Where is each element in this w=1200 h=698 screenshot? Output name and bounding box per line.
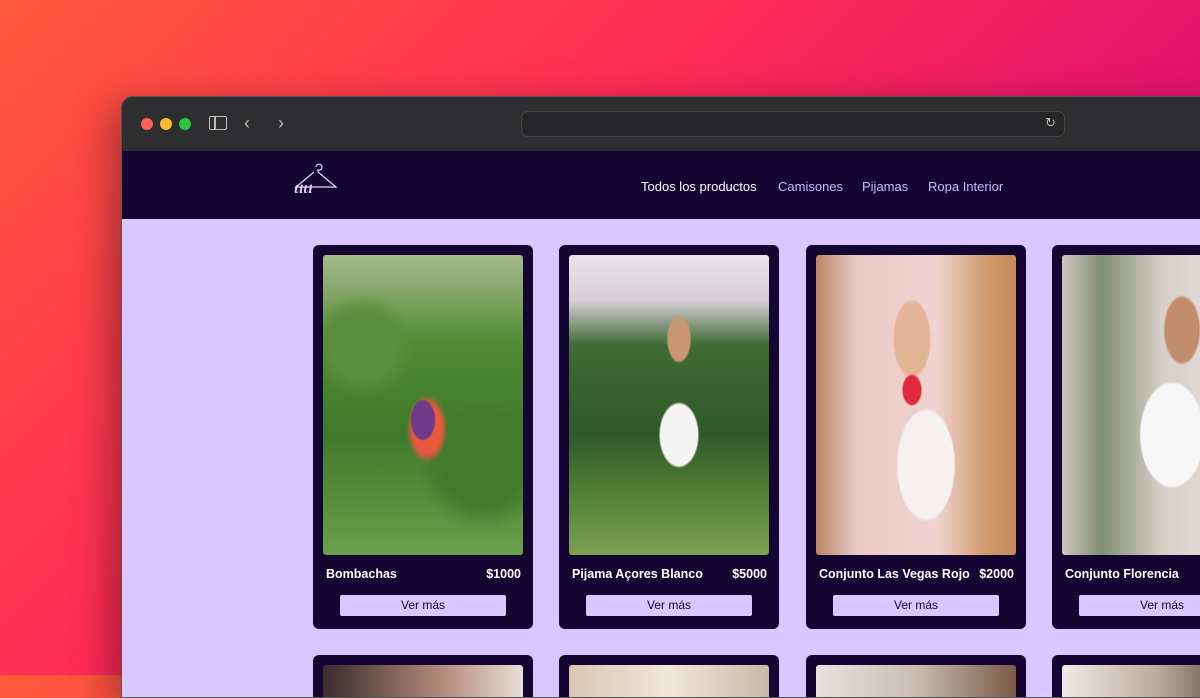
product-card bbox=[806, 655, 1026, 697]
site-logo[interactable]: titi bbox=[292, 163, 340, 199]
product-image[interactable] bbox=[569, 665, 769, 697]
product-card: Conjunto Florencia Ver más bbox=[1052, 245, 1200, 629]
product-card: Conjunto Las Vegas Rojo $2000 Ver más bbox=[806, 245, 1026, 629]
chevron-right-icon[interactable]: › bbox=[278, 113, 284, 133]
chevron-left-icon[interactable]: ‹ bbox=[244, 113, 250, 133]
reload-icon[interactable]: ↻ bbox=[1045, 115, 1056, 131]
address-bar[interactable]: ↻ bbox=[521, 111, 1065, 137]
close-window-button[interactable] bbox=[141, 118, 153, 130]
product-card bbox=[313, 655, 533, 697]
product-image[interactable] bbox=[1062, 665, 1200, 697]
product-image[interactable] bbox=[323, 255, 523, 555]
nav-link-ropa-interior[interactable]: Ropa Interior bbox=[928, 179, 1003, 194]
ver-mas-button[interactable]: Ver más bbox=[340, 595, 506, 616]
browser-window: ‹ › ↻ titi Todos los productos Camisones… bbox=[121, 96, 1200, 698]
product-name: Bombachas bbox=[326, 567, 397, 581]
product-image[interactable] bbox=[816, 255, 1016, 555]
product-card bbox=[1052, 655, 1200, 697]
zoom-window-button[interactable] bbox=[179, 118, 191, 130]
product-image[interactable] bbox=[323, 665, 523, 697]
product-price: $1000 bbox=[486, 567, 521, 581]
site-navbar: titi Todos los productos Camisones Pijam… bbox=[122, 151, 1200, 219]
browser-toolbar: ‹ › ↻ bbox=[122, 97, 1200, 152]
product-card bbox=[559, 655, 779, 697]
ver-mas-button[interactable]: Ver más bbox=[586, 595, 752, 616]
product-card: Pijama Açores Blanco $5000 Ver más bbox=[559, 245, 779, 629]
minimize-window-button[interactable] bbox=[160, 118, 172, 130]
logo-text: titi bbox=[294, 183, 313, 196]
sidebar-icon[interactable] bbox=[209, 116, 227, 130]
product-image[interactable] bbox=[569, 255, 769, 555]
product-card: Bombachas $1000 Ver más bbox=[313, 245, 533, 629]
ver-mas-button[interactable]: Ver más bbox=[833, 595, 999, 616]
product-name: Pijama Açores Blanco bbox=[572, 567, 703, 581]
nav-link-pijamas[interactable]: Pijamas bbox=[862, 179, 908, 194]
nav-link-camisones[interactable]: Camisones bbox=[778, 179, 843, 194]
product-image[interactable] bbox=[816, 665, 1016, 697]
nav-link-todos[interactable]: Todos los productos bbox=[641, 179, 757, 194]
product-price: $5000 bbox=[732, 567, 767, 581]
ver-mas-button[interactable]: Ver más bbox=[1079, 595, 1200, 616]
product-name: Conjunto Florencia bbox=[1065, 567, 1179, 581]
webpage: titi Todos los productos Camisones Pijam… bbox=[122, 151, 1200, 697]
product-name: Conjunto Las Vegas Rojo bbox=[819, 567, 970, 581]
product-image[interactable] bbox=[1062, 255, 1200, 555]
product-price: $2000 bbox=[979, 567, 1014, 581]
